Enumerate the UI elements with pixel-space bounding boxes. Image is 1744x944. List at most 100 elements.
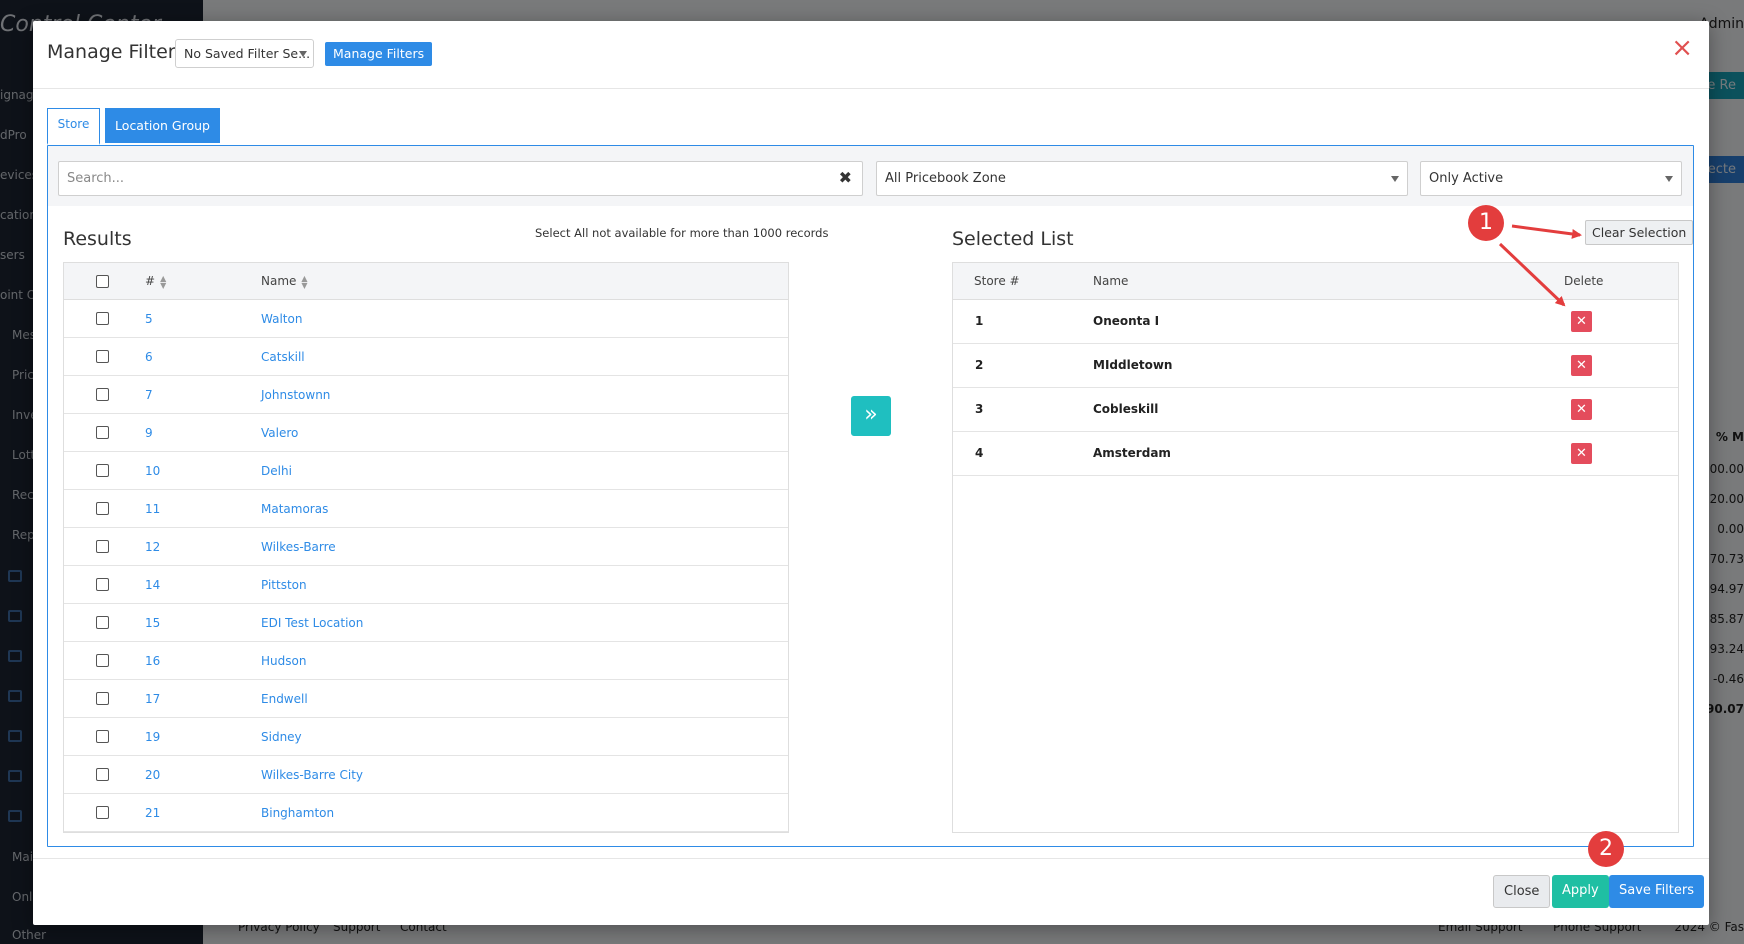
store-name-link[interactable]: Delhi xyxy=(261,464,292,478)
pricebook-zone-value: All Pricebook Zone xyxy=(885,171,1006,186)
store-number-link[interactable]: 6 xyxy=(145,350,153,364)
store-name-link[interactable]: Sidney xyxy=(261,730,302,744)
store-name-link[interactable]: EDI Test Location xyxy=(261,616,363,630)
store-number-link[interactable]: 9 xyxy=(145,426,153,440)
select-all-checkbox[interactable] xyxy=(96,275,109,288)
results-row[interactable]: 9 Valero xyxy=(64,414,788,452)
store-name-link[interactable]: Wilkes-Barre City xyxy=(261,768,363,782)
selected-store-number: 1 xyxy=(975,314,984,328)
sort-icon: ▲ ▼ xyxy=(160,273,167,290)
store-number-link[interactable]: 21 xyxy=(145,806,160,820)
row-checkbox[interactable] xyxy=(96,578,109,591)
store-name-link[interactable]: Johnstownn xyxy=(261,388,330,402)
store-name-link[interactable]: Valero xyxy=(261,426,298,440)
results-row[interactable]: 20 Wilkes-Barre City xyxy=(64,756,788,794)
col-header-delete: Delete xyxy=(1564,274,1604,288)
store-number-link[interactable]: 12 xyxy=(145,540,160,554)
store-name-link[interactable]: Walton xyxy=(261,312,302,326)
pricebook-zone-select[interactable]: All Pricebook Zone xyxy=(876,161,1408,196)
delete-icon[interactable]: ✕ xyxy=(1571,399,1592,420)
search-input[interactable]: Search... ✖ xyxy=(58,161,863,196)
chevron-down-icon xyxy=(1665,176,1673,182)
selected-table-header: Store # Name Delete xyxy=(953,263,1678,300)
manage-filters-modal: Manage Filters No Saved Filter Se... Man… xyxy=(33,21,1709,925)
results-row[interactable]: 21 Binghamton xyxy=(64,794,788,832)
saved-filter-select[interactable]: No Saved Filter Se... xyxy=(175,39,314,68)
col-header-name[interactable]: Name ▲ ▼ xyxy=(261,274,308,289)
results-table: # ▲ ▼ Name ▲ ▼ 5 Walton 6 Catskill 7 Johnstownn 9 V… xyxy=(63,262,789,833)
store-number-link[interactable]: 7 xyxy=(145,388,153,402)
store-filter-panel: Search... ✖ All Pricebook Zone Only Acti… xyxy=(47,145,1694,847)
row-checkbox[interactable] xyxy=(96,616,109,629)
col-header-store-number: Store # xyxy=(974,274,1020,288)
row-checkbox[interactable] xyxy=(96,312,109,325)
apply-button[interactable]: Apply xyxy=(1552,875,1609,908)
selected-store-number: 4 xyxy=(975,446,984,460)
results-row[interactable]: 16 Hudson xyxy=(64,642,788,680)
status-select[interactable]: Only Active xyxy=(1420,161,1682,196)
selected-table-body: 1 Oneonta I ✕ 2 MIddletown ✕ 3 Cobleskill ✕ 4 Amst… xyxy=(953,300,1678,476)
store-number-link[interactable]: 14 xyxy=(145,578,160,592)
store-number-link[interactable]: 17 xyxy=(145,692,160,706)
results-row[interactable]: 10 Delhi xyxy=(64,452,788,490)
row-checkbox[interactable] xyxy=(96,426,109,439)
store-name-link[interactable]: Catskill xyxy=(261,350,305,364)
store-number-link[interactable]: 20 xyxy=(145,768,160,782)
store-name-link[interactable]: Hudson xyxy=(261,654,306,668)
delete-icon[interactable]: ✕ xyxy=(1571,311,1592,332)
store-number-link[interactable]: 11 xyxy=(145,502,160,516)
close-button[interactable]: Close xyxy=(1493,875,1551,908)
modal-header: Manage Filters No Saved Filter Se... Man… xyxy=(33,21,1709,89)
store-number-link[interactable]: 15 xyxy=(145,616,160,630)
col-header-number[interactable]: # ▲ ▼ xyxy=(145,274,166,289)
store-number-link[interactable]: 5 xyxy=(145,312,153,326)
row-checkbox[interactable] xyxy=(96,692,109,705)
results-row[interactable]: 5 Walton xyxy=(64,300,788,338)
clear-selection-button[interactable]: Clear Selection xyxy=(1585,220,1694,245)
move-to-selected-button[interactable]: » xyxy=(851,396,891,436)
manage-filters-button[interactable]: Manage Filters xyxy=(325,42,433,66)
store-name-link[interactable]: Binghamton xyxy=(261,806,334,820)
selected-store-name: Cobleskill xyxy=(1093,402,1159,416)
selected-store-name: MIddletown xyxy=(1093,358,1173,372)
results-row[interactable]: 6 Catskill xyxy=(64,338,788,376)
selected-store-name: Oneonta I xyxy=(1093,314,1160,328)
row-checkbox[interactable] xyxy=(96,806,109,819)
row-checkbox[interactable] xyxy=(96,350,109,363)
results-row[interactable]: 7 Johnstownn xyxy=(64,376,788,414)
store-number-link[interactable]: 16 xyxy=(145,654,160,668)
filter-bar: Search... ✖ All Pricebook Zone Only Acti… xyxy=(48,146,1693,206)
row-checkbox[interactable] xyxy=(96,464,109,477)
row-checkbox[interactable] xyxy=(96,768,109,781)
selected-list-table: Store # Name Delete 1 Oneonta I ✕ 2 MIddleto… xyxy=(952,262,1679,833)
results-row[interactable]: 12 Wilkes-Barre xyxy=(64,528,788,566)
results-row[interactable]: 17 Endwell xyxy=(64,680,788,718)
row-checkbox[interactable] xyxy=(96,502,109,515)
results-row[interactable]: 15 EDI Test Location xyxy=(64,604,788,642)
store-name-link[interactable]: Matamoras xyxy=(261,502,328,516)
sort-icon: ▲ ▼ xyxy=(301,273,308,290)
results-table-body: 5 Walton 6 Catskill 7 Johnstownn 9 Valero 10 Delh… xyxy=(64,300,788,832)
row-checkbox[interactable] xyxy=(96,730,109,743)
results-row[interactable]: 19 Sidney xyxy=(64,718,788,756)
tab-location-group[interactable]: Location Group xyxy=(105,108,220,143)
tab-store[interactable]: Store xyxy=(47,108,100,145)
store-number-link[interactable]: 10 xyxy=(145,464,160,478)
row-checkbox[interactable] xyxy=(96,388,109,401)
clear-search-icon[interactable]: ✖ xyxy=(839,168,852,187)
row-checkbox[interactable] xyxy=(96,654,109,667)
store-number-link[interactable]: 19 xyxy=(145,730,160,744)
delete-icon[interactable]: ✕ xyxy=(1571,355,1592,376)
col-header-name: Name xyxy=(1093,274,1129,288)
row-checkbox[interactable] xyxy=(96,540,109,553)
results-row[interactable]: 11 Matamoras xyxy=(64,490,788,528)
results-row[interactable]: 14 Pittston xyxy=(64,566,788,604)
chevron-down-icon xyxy=(1391,176,1399,182)
close-icon[interactable]: × xyxy=(1671,35,1693,61)
delete-icon[interactable]: ✕ xyxy=(1571,443,1592,464)
save-filters-button[interactable]: Save Filters xyxy=(1609,875,1705,908)
store-name-link[interactable]: Endwell xyxy=(261,692,308,706)
store-name-link[interactable]: Wilkes-Barre xyxy=(261,540,336,554)
selected-row: 1 Oneonta I ✕ xyxy=(953,300,1678,344)
store-name-link[interactable]: Pittston xyxy=(261,578,307,592)
